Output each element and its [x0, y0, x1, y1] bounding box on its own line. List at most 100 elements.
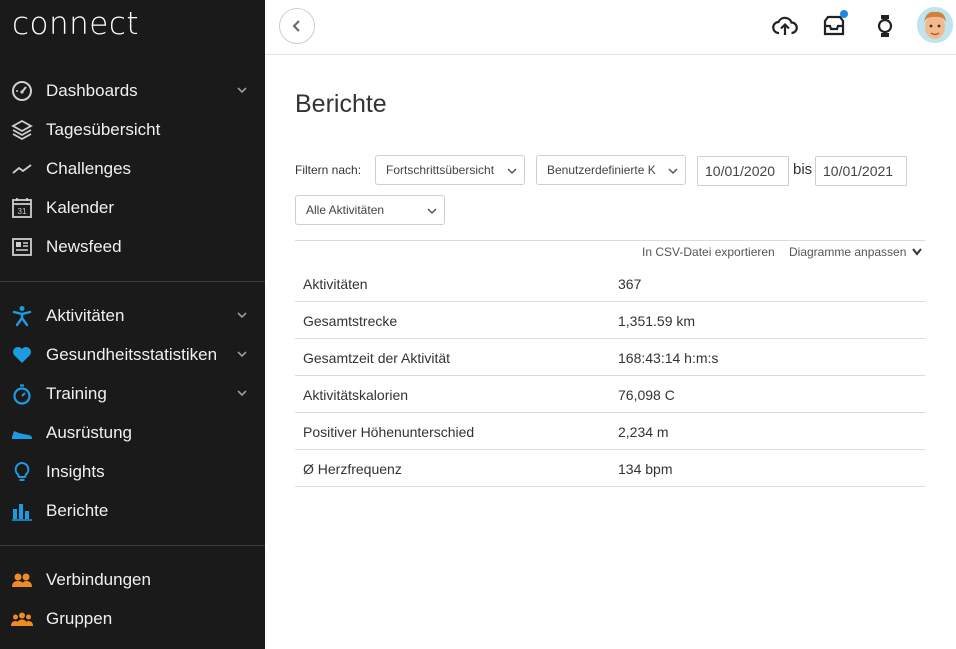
sidebar-item-label: Training: [46, 383, 107, 403]
shoe-icon: [11, 422, 33, 444]
sidebar-item-label: Dashboards: [46, 80, 138, 100]
table-row: Gesamtstrecke 1,351.59 km: [295, 302, 925, 339]
trend-line-icon: [11, 158, 33, 180]
chevron-left-icon: [292, 20, 300, 32]
table-row: Ø Herzfrequenz 134 bpm: [295, 450, 925, 487]
chevron-down-icon[interactable]: [236, 348, 248, 360]
sidebar-item-label: Berichte: [46, 500, 109, 520]
chevron-down-icon[interactable]: [236, 84, 248, 96]
table-row: Positiver Höhenunterschied 2,234 m: [295, 413, 925, 450]
sidebar-item-gruppen[interactable]: Gruppen: [0, 599, 265, 638]
sidebar-divider: [0, 545, 265, 546]
sidebar-item-gesundheitsstatistiken[interactable]: Gesundheitsstatistiken: [0, 335, 265, 374]
customize-charts-label: Diagramme anpassen: [789, 245, 907, 259]
stat-name: Aktivitätskalorien: [303, 387, 409, 403]
chevron-down-icon: [427, 208, 437, 215]
stopwatch-icon: [11, 383, 33, 405]
watch-icon: [877, 15, 893, 37]
stat-name: Gesamtstrecke: [303, 313, 398, 329]
sidebar-item-label: Ausrüstung: [46, 422, 132, 442]
layers-icon: [11, 119, 33, 141]
stats-table: Aktivitäten 367 Gesamtstrecke 1,351.59 k…: [295, 265, 925, 487]
date-to-input[interactable]: 10/01/2021: [815, 156, 907, 186]
sidebar-item-insights[interactable]: Insights: [0, 452, 265, 491]
stat-name: Positiver Höhenunterschied: [303, 424, 475, 440]
sidebar-item-label: Aktivitäten: [46, 305, 125, 325]
page-title: Berichte: [295, 90, 387, 118]
calendar-icon: 31: [11, 197, 33, 219]
top-bar: [265, 0, 956, 55]
sidebar-item-label: Verbindungen: [46, 569, 151, 589]
avatar-image: [917, 7, 953, 43]
newspaper-icon: [11, 236, 33, 258]
connect-logo[interactable]: connect: [12, 6, 139, 42]
lightbulb-icon: [11, 461, 33, 483]
sidebar-item-training[interactable]: Training: [0, 374, 265, 413]
heart-icon: [11, 344, 33, 366]
sidebar-item-tagesuebersicht[interactable]: Tagesübersicht: [0, 110, 265, 149]
avatar[interactable]: [917, 7, 953, 43]
sidebar-item-label: Gesundheitsstatistiken: [46, 344, 218, 364]
sidebar-item-label: Insights: [46, 461, 105, 481]
devices-button[interactable]: [871, 12, 899, 40]
chevron-down-icon[interactable]: [236, 309, 248, 321]
stat-value: 76,098 C: [618, 387, 675, 403]
groups-icon: [11, 608, 33, 630]
sidebar-item-label: Challenges: [46, 158, 132, 178]
table-row: Aktivitäten 367: [295, 265, 925, 302]
customize-charts-link[interactable]: Diagramme anpassen: [789, 245, 922, 259]
stat-value: 1,351.59 km: [618, 313, 696, 329]
sidebar-item-verbindungen[interactable]: Verbindungen: [0, 560, 265, 599]
table-row: Gesamtzeit der Aktivität 168:43:14 h:m:s: [295, 339, 925, 376]
sidebar-item-dashboards[interactable]: Dashboards: [0, 71, 265, 110]
date-from-input[interactable]: 10/01/2020: [697, 156, 789, 186]
upload-button[interactable]: [771, 12, 799, 40]
stat-name: Aktivitäten: [303, 276, 368, 292]
date-range-select[interactable]: Benutzerdefinierte K: [536, 155, 686, 185]
notification-dot: [840, 10, 848, 18]
table-row: Aktivitätskalorien 76,098 C: [295, 376, 925, 413]
calendar-day-text: 31: [18, 207, 27, 216]
sidebar-item-newsfeed[interactable]: Newsfeed: [0, 227, 265, 266]
section-divider: [295, 240, 925, 241]
sidebar-item-ausruestung[interactable]: Ausrüstung: [0, 413, 265, 452]
sidebar-item-kalender[interactable]: 31 Kalender: [0, 188, 265, 227]
chevron-down-icon[interactable]: [236, 387, 248, 399]
nav-group-main: Dashboards Tagesübersicht Challenges 31 …: [0, 71, 265, 266]
sidebar-item-aktivitaeten[interactable]: Aktivitäten: [0, 296, 265, 335]
connections-icon: [11, 569, 33, 591]
nav-group-social: Verbindungen Gruppen: [0, 560, 265, 638]
stat-value: 367: [618, 276, 642, 292]
sidebar-item-label: Tagesübersicht: [46, 119, 161, 139]
stat-value: 2,234 m: [618, 424, 669, 440]
stat-value: 168:43:14 h:m:s: [618, 350, 719, 366]
activity-filter-value: Alle Aktivitäten: [306, 203, 385, 217]
stat-name: Gesamtzeit der Aktivität: [303, 350, 451, 366]
back-button[interactable]: [279, 8, 315, 44]
sidebar-item-label: Kalender: [46, 197, 115, 217]
sidebar-item-challenges[interactable]: Challenges: [0, 149, 265, 188]
bar-chart-icon: [11, 500, 33, 522]
sidebar-divider: [0, 281, 265, 282]
sidebar-item-label: Gruppen: [46, 608, 113, 628]
stat-name: Ø Herzfrequenz: [303, 461, 402, 477]
inbox-icon: [823, 15, 845, 36]
date-range-value: Benutzerdefinierte K: [547, 163, 656, 177]
chevron-down-icon: [668, 168, 678, 175]
sidebar-item-label: Newsfeed: [46, 236, 122, 256]
speedometer-icon: [11, 80, 33, 102]
sidebar: connect Dashboards Tagesübersicht Challe…: [0, 0, 265, 649]
nav-group-activities: Aktivitäten Gesundheitsstatistiken Train…: [0, 296, 265, 530]
report-type-value: Fortschrittsübersicht: [386, 163, 495, 177]
stat-value: 134 bpm: [618, 461, 673, 477]
activity-filter-select[interactable]: Alle Aktivitäten: [295, 195, 445, 225]
cloud-upload-icon: [772, 16, 798, 35]
sidebar-item-berichte[interactable]: Berichte: [0, 491, 265, 530]
export-csv-link[interactable]: In CSV-Datei exportieren: [642, 245, 775, 259]
running-person-icon: [11, 305, 33, 327]
report-type-select[interactable]: Fortschrittsübersicht: [375, 155, 525, 185]
filter-label: Filtern nach:: [295, 163, 362, 177]
chevron-down-icon: [911, 248, 922, 256]
inbox-button[interactable]: [820, 10, 848, 40]
date-separator: bis: [793, 161, 813, 178]
